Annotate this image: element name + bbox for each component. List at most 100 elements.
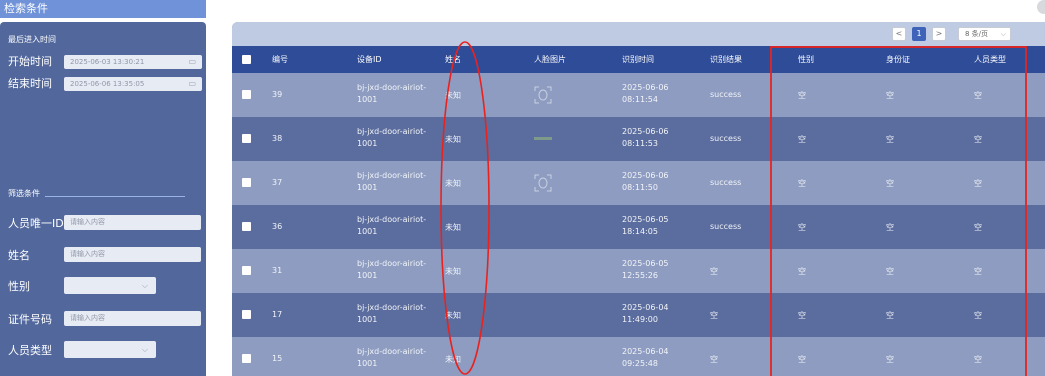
row-checkbox[interactable] — [242, 354, 251, 363]
cell-device-id-line1: bj-jxd-door-airiot- — [357, 347, 427, 356]
cell-time-date: 2025-06-06 — [622, 171, 669, 180]
row-checkbox[interactable] — [242, 178, 251, 187]
cell-id-card: 空 — [886, 311, 894, 320]
cell-id-card: 空 — [886, 267, 894, 276]
col-header-recognition-time[interactable]: 识别时间 — [622, 46, 654, 73]
cell-time-date: 2025-06-04 — [622, 347, 669, 356]
col-header-id[interactable]: 编号 — [272, 46, 288, 73]
cell-time-date: 2025-06-05 — [622, 215, 669, 224]
col-header-name[interactable]: 姓名 — [445, 46, 461, 73]
cell-gender: 空 — [798, 179, 806, 188]
start-time-label: 开始时间 — [8, 55, 52, 68]
cell-time-date: 2025-06-05 — [622, 259, 669, 268]
table-header: 编号 设备ID 姓名 人脸图片 识别时间 识别结果 性别 身份证 人员类型 — [232, 46, 1045, 73]
results-panel: < 1 > 8 条/页 ⌵ 编号 设备ID 姓名 人脸图片 识别时间 识别结果 … — [232, 22, 1045, 376]
row-checkbox[interactable] — [242, 90, 251, 99]
cell-name: 未知 — [445, 91, 461, 100]
face-outline-icon[interactable] — [534, 86, 552, 104]
row-checkbox[interactable] — [242, 222, 251, 231]
cell-time-clock: 12:55:26 — [622, 271, 658, 280]
calendar-icon[interactable]: ▭ — [188, 55, 196, 69]
person-id-label: 人员唯一ID — [8, 217, 64, 230]
person-id-input[interactable]: 请输入内容 — [64, 215, 201, 230]
next-page-button[interactable]: > — [932, 27, 946, 41]
row-checkbox[interactable] — [242, 134, 251, 143]
page-size-value: 8 条/页 — [965, 30, 989, 38]
cell-person-type: 空 — [974, 223, 982, 232]
chevron-down-icon: ⌵ — [1000, 30, 1006, 38]
start-time-value: 2025-06-03 13:30:21 — [70, 58, 145, 66]
id-number-input[interactable]: 请输入内容 — [64, 311, 201, 326]
cell-result: success — [710, 134, 742, 143]
person-type-label: 人员类型 — [8, 344, 52, 357]
name-input[interactable]: 请输入内容 — [64, 247, 201, 262]
cell-time-clock: 18:14:05 — [622, 227, 658, 236]
face-outline-icon[interactable] — [534, 174, 552, 192]
cell-person-type: 空 — [974, 179, 982, 188]
app-root: 检索条件 最后进入时间 开始时间 2025-06-03 13:30:21 ▭ 结… — [0, 0, 1045, 376]
col-header-gender[interactable]: 性别 — [798, 46, 814, 73]
cell-device-id-line1: bj-jxd-door-airiot- — [357, 259, 427, 268]
cell-device-id-line2: 1001 — [357, 227, 378, 236]
prev-page-button[interactable]: < — [892, 27, 906, 41]
gender-label: 性别 — [8, 280, 30, 293]
col-header-id-card[interactable]: 身份证 — [886, 46, 910, 73]
page-1-button[interactable]: 1 — [912, 27, 926, 41]
search-form: 最后进入时间 开始时间 2025-06-03 13:30:21 ▭ 结束时间 2… — [0, 22, 206, 376]
col-header-device-id[interactable]: 设备ID — [357, 46, 382, 73]
table-row[interactable]: 17 bj-jxd-door-airiot- 1001 未知 2025-06-04 11:… — [232, 293, 1045, 337]
table-row[interactable]: 31 bj-jxd-door-airiot- 1001 未知 2025-06-05 12:… — [232, 249, 1045, 293]
chevron-down-icon: ⌵ — [141, 345, 148, 354]
col-header-face-image[interactable]: 人脸图片 — [534, 46, 566, 73]
person-type-select[interactable]: ⌵ — [64, 341, 156, 358]
face-thumbnail-icon[interactable] — [534, 137, 552, 140]
cell-gender: 空 — [798, 311, 806, 320]
cell-device-id-line2: 1001 — [357, 139, 378, 148]
select-all-checkbox[interactable] — [242, 55, 251, 64]
cell-name: 未知 — [445, 311, 461, 320]
cell-result: success — [710, 90, 742, 99]
search-panel-title: 检索条件 — [0, 0, 206, 18]
chevron-down-icon: ⌵ — [141, 281, 148, 290]
col-header-person-type[interactable]: 人员类型 — [974, 46, 1006, 73]
end-time-label: 结束时间 — [8, 77, 52, 90]
cell-person-type: 空 — [974, 355, 982, 364]
table-row[interactable]: 38 bj-jxd-door-airiot- 1001 未知 2025-06-06 08:… — [232, 117, 1045, 161]
page-size-select[interactable]: 8 条/页 ⌵ — [958, 27, 1011, 41]
cell-time-date: 2025-06-06 — [622, 127, 669, 136]
table-row[interactable]: 15 bj-jxd-door-airiot- 1001 未知 2025-06-04 09:… — [232, 337, 1045, 376]
cell-person-type: 空 — [974, 135, 982, 144]
cell-time-clock: 11:49:00 — [622, 315, 658, 324]
gender-select[interactable]: ⌵ — [64, 277, 156, 294]
cell-id: 39 — [272, 90, 283, 99]
cell-device-id-line2: 1001 — [357, 359, 378, 368]
table-row[interactable]: 37 bj-jxd-door-airiot- 1001 未知 2025-06-06 08:… — [232, 161, 1045, 205]
cell-device-id-line1: bj-jxd-door-airiot- — [357, 171, 427, 180]
cell-person-type: 空 — [974, 311, 982, 320]
cell-person-type: 空 — [974, 91, 982, 100]
cell-time-date: 2025-06-06 — [622, 83, 669, 92]
row-checkbox[interactable] — [242, 310, 251, 319]
cell-id: 36 — [272, 222, 283, 231]
cell-id-card: 空 — [886, 91, 894, 100]
row-checkbox[interactable] — [242, 266, 251, 275]
calendar-icon[interactable]: ▭ — [188, 77, 196, 91]
section-divider — [45, 196, 185, 197]
corner-indicator — [1037, 0, 1045, 14]
cell-id: 17 — [272, 310, 283, 319]
start-time-input[interactable]: 2025-06-03 13:30:21 ▭ — [64, 55, 202, 69]
cell-device-id-line1: bj-jxd-door-airiot- — [357, 215, 427, 224]
cell-id: 15 — [272, 354, 283, 363]
cell-result: success — [710, 178, 742, 187]
cell-result: 空 — [710, 355, 718, 364]
cell-name: 未知 — [445, 355, 461, 364]
table-row[interactable]: 39 bj-jxd-door-airiot- 1001 未知 2025-06-06 08:… — [232, 73, 1045, 117]
cell-device-id-line2: 1001 — [357, 271, 378, 280]
cell-id-card: 空 — [886, 223, 894, 232]
cell-device-id-line2: 1001 — [357, 315, 378, 324]
cell-time-clock: 08:11:50 — [622, 183, 658, 192]
col-header-recognition-result[interactable]: 识别结果 — [710, 46, 742, 73]
end-time-input[interactable]: 2025-06-06 13:35:05 ▭ — [64, 77, 202, 91]
table-row[interactable]: 36 bj-jxd-door-airiot- 1001 未知 2025-06-05 18:… — [232, 205, 1045, 249]
cell-name: 未知 — [445, 135, 461, 144]
